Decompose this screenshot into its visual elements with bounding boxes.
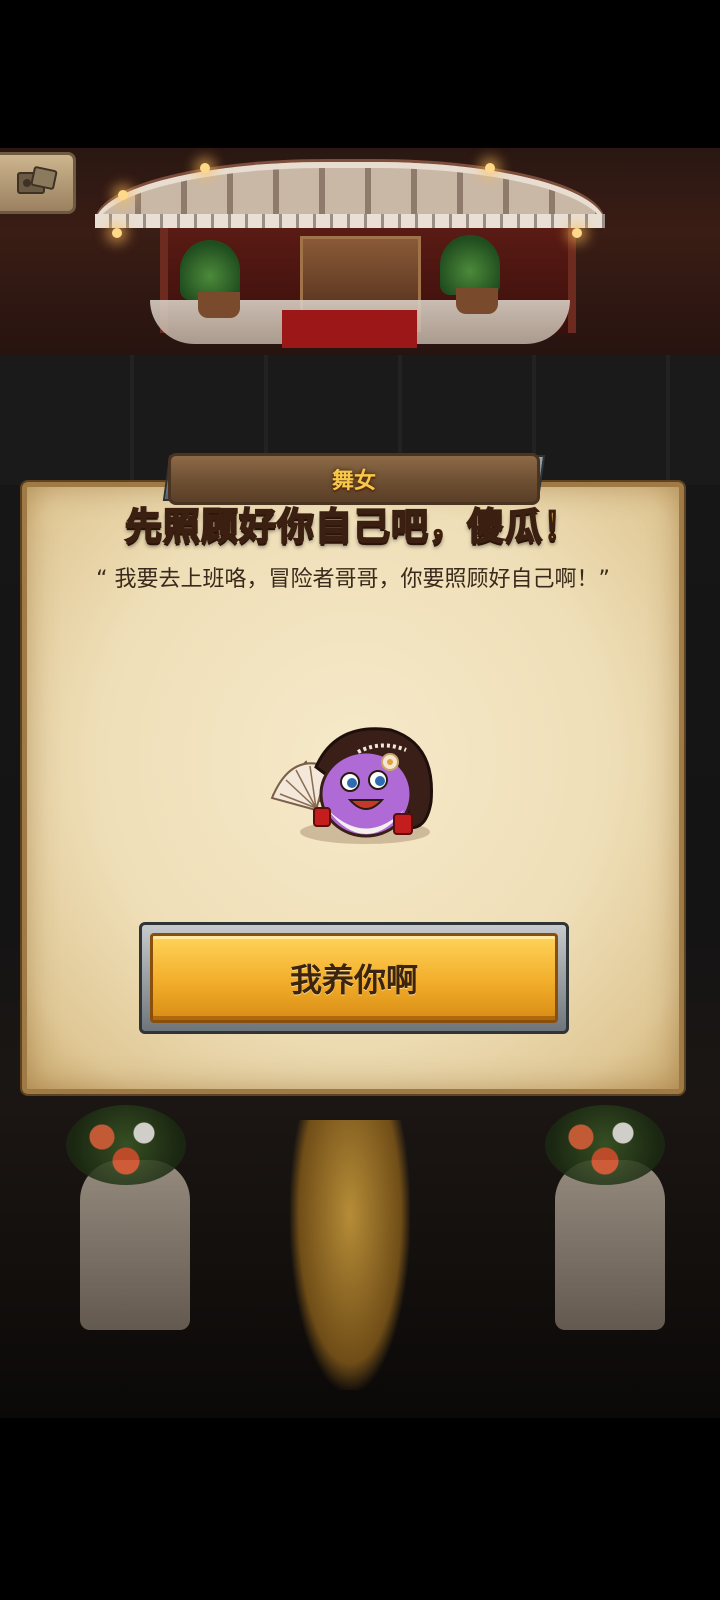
dialog-quote: “ 我要去上班咯，冒险者哥哥，你要照顾好自己啊！” bbox=[96, 567, 610, 592]
awning-edge bbox=[95, 214, 605, 228]
lamp-light bbox=[118, 190, 128, 200]
character-name: 舞女 bbox=[331, 469, 376, 494]
movie-ticket-button[interactable] bbox=[0, 152, 76, 214]
lamp-light bbox=[112, 228, 122, 238]
stone-vase bbox=[555, 1160, 665, 1330]
dancer-avatar-icon bbox=[270, 727, 433, 838]
confirm-button[interactable]: 我养你啊 bbox=[150, 933, 558, 1023]
lamp-light bbox=[572, 228, 582, 238]
flower-bouquet bbox=[66, 1105, 186, 1185]
red-carpet bbox=[282, 310, 417, 348]
flower-bouquet bbox=[545, 1105, 665, 1185]
dialog-title: 先照顾好你自己吧，傻瓜！ bbox=[124, 504, 581, 549]
stone-vase bbox=[80, 1160, 190, 1330]
golden-statue bbox=[290, 1120, 410, 1390]
lamp-light bbox=[485, 163, 495, 173]
confirm-button-label: 我养你啊 bbox=[289, 961, 418, 999]
plant-pot bbox=[198, 292, 240, 318]
plant-pot bbox=[456, 288, 498, 314]
potted-plant bbox=[180, 240, 240, 300]
lamp-light bbox=[200, 163, 210, 173]
potted-plant bbox=[440, 235, 500, 295]
movie-ticket-icon bbox=[16, 166, 57, 194]
